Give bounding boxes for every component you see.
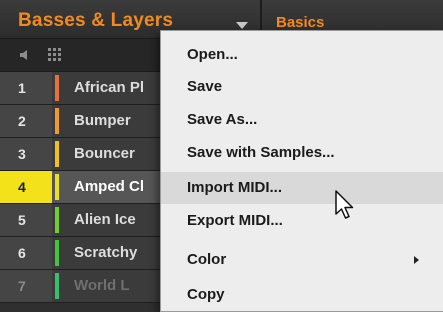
sound-index: 3 <box>0 138 52 170</box>
mouse-cursor-icon <box>335 190 354 219</box>
sound-name: World L <box>74 277 130 294</box>
menu-item-color-label: Color <box>187 251 227 268</box>
sound-color-stripe <box>55 75 59 101</box>
menu-item-export-midi[interactable]: Export MIDI... <box>161 205 443 237</box>
speaker-icon[interactable] <box>18 47 34 63</box>
chevron-down-icon[interactable] <box>236 22 248 29</box>
sound-name: Bumper <box>74 112 131 129</box>
sound-name: African Pl <box>74 79 145 96</box>
menu-item-save[interactable]: Save <box>161 71 443 103</box>
sound-index: 6 <box>0 237 52 269</box>
menu-item-color[interactable]: Color <box>161 244 443 276</box>
panel-title[interactable]: Basics <box>276 14 324 31</box>
sound-name: Amped Cl <box>74 178 145 195</box>
sound-color-stripe <box>55 174 59 200</box>
sound-index: 2 <box>0 105 52 137</box>
sound-color-stripe <box>55 207 59 233</box>
menu-item-save-as[interactable]: Save As... <box>161 104 443 136</box>
menu-item-import-midi[interactable]: Import MIDI... <box>161 172 443 204</box>
sound-color-stripe <box>55 273 59 299</box>
sound-index: 7 <box>0 270 52 302</box>
menu-item-save-with-samples[interactable]: Save with Samples... <box>161 137 443 169</box>
menu-item-copy[interactable]: Copy <box>161 279 443 311</box>
sound-color-stripe <box>55 141 59 167</box>
menu-item-open[interactable]: Open... <box>161 39 443 71</box>
sound-name: Scratchy <box>74 244 138 261</box>
sound-name: Bouncer <box>74 145 135 162</box>
sound-name: Alien Ice <box>74 211 136 228</box>
grid-icon[interactable] <box>47 47 63 63</box>
sound-color-stripe <box>55 108 59 134</box>
sound-index: 5 <box>0 204 52 236</box>
sound-index: 1 <box>0 72 52 104</box>
sound-color-stripe <box>55 240 59 266</box>
chevron-right-icon <box>414 256 419 264</box>
sound-index: 4 <box>0 171 52 203</box>
context-menu: Open... Save Save As... Save with Sample… <box>160 30 443 312</box>
group-title[interactable]: Basses & Layers <box>18 10 173 32</box>
